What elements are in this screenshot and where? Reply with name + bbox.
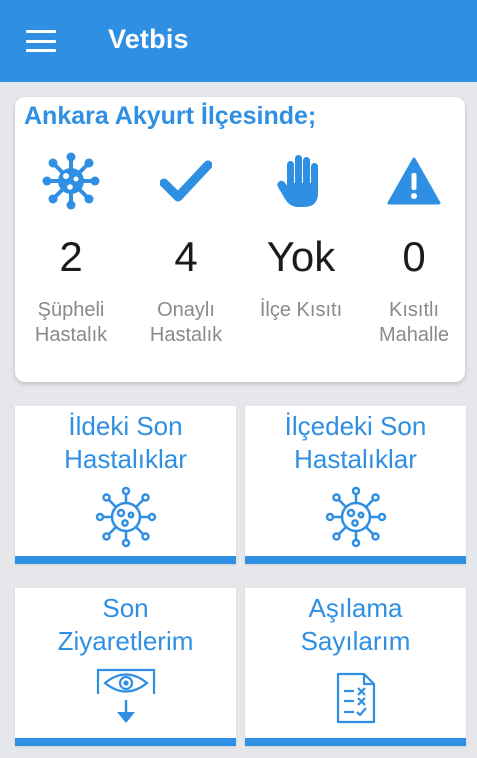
virus-outline-icon	[15, 486, 236, 548]
tile-accent-bar	[245, 738, 466, 746]
stat-district-restriction: Yok İlçe Kısıtı	[245, 152, 357, 323]
stat-value: 2	[59, 233, 83, 280]
stat-value: Yok	[266, 233, 336, 280]
eye-inspection-icon	[15, 668, 236, 728]
warning-icon	[358, 152, 470, 210]
tile-accent-bar	[245, 556, 466, 564]
check-icon	[130, 152, 242, 210]
tile-province-recent-diseases[interactable]: İldeki Son Hastalıklar	[15, 406, 236, 564]
app-title: Vetbis	[108, 24, 189, 54]
menu-icon[interactable]	[24, 27, 58, 55]
virus-outline-icon	[245, 486, 466, 548]
tile-my-vaccination-counts[interactable]: Aşılama Sayılarım	[245, 588, 466, 746]
stat-suspected-disease: 2 Şüpheli Hastalık	[15, 152, 127, 348]
app-bar: Vetbis	[0, 0, 477, 82]
stat-label: İlçe Kısıtı	[259, 299, 343, 321]
district-summary-card: Ankara Akyurt İlçesinde; 2 Şüpheli Hasta…	[15, 97, 465, 382]
tile-label: Aşılama Sayılarım	[300, 593, 411, 656]
tile-label: İldeki Son Hastalıklar	[64, 411, 187, 474]
stat-label: Şüpheli Hastalık	[34, 299, 108, 346]
stat-value: 4	[174, 233, 198, 280]
tile-label: Son Ziyaretlerim	[57, 593, 194, 656]
checklist-document-icon	[245, 672, 466, 724]
tile-accent-bar	[15, 556, 236, 564]
summary-title: Ankara Akyurt İlçesinde;	[24, 102, 317, 130]
tile-district-recent-diseases[interactable]: İlçedeki Son Hastalıklar	[245, 406, 466, 564]
stat-restricted-neighborhood: 0 Kısıtlı Mahalle	[358, 152, 470, 348]
tile-accent-bar	[15, 738, 236, 746]
stat-confirmed-disease: 4 Onaylı Hastalık	[130, 152, 242, 348]
tile-my-recent-visits[interactable]: Son Ziyaretlerim	[15, 588, 236, 746]
hand-stop-icon	[245, 152, 357, 210]
stat-value: 0	[402, 233, 426, 280]
stat-label: Kısıtlı Mahalle	[378, 299, 450, 346]
tile-label: İlçedeki Son Hastalıklar	[284, 411, 427, 474]
stat-label: Onaylı Hastalık	[149, 299, 223, 346]
virus-icon	[15, 152, 127, 210]
